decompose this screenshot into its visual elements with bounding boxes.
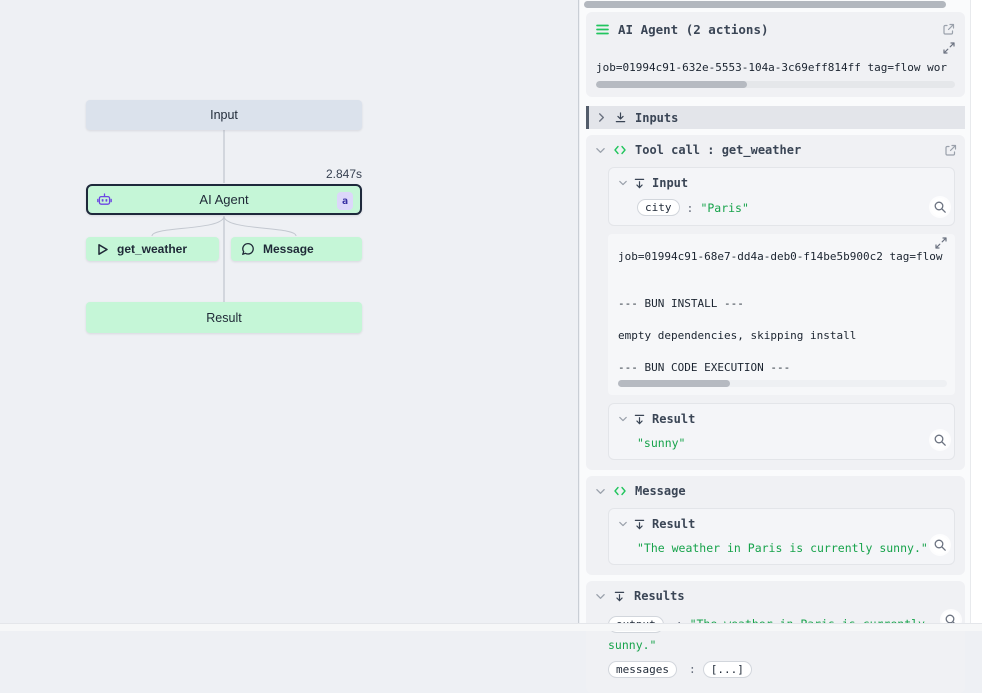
arrow-down-from-line-icon [614,591,625,602]
search-icon[interactable] [931,198,949,216]
arrow-down-from-line-icon [634,178,645,189]
chevron-down-icon[interactable] [596,146,605,155]
results-output-row: output : "The weather in Paris is curren… [608,614,929,656]
log-bun-install: --- BUN INSTALL --- [618,297,947,311]
tool-result-value: "sunny" [637,436,946,450]
panel-divider [578,0,579,631]
chevron-down-icon[interactable] [596,487,605,496]
flow-node-message[interactable]: Message [231,237,362,261]
message-title: Message [635,484,686,498]
open-in-new-icon[interactable] [944,144,957,157]
vertical-scrollbar[interactable] [970,0,982,631]
speech-bubble-icon [241,242,255,256]
arrow-down-from-line-icon [634,414,645,425]
messages-value-pill: [...] [703,661,752,678]
chevron-down-icon[interactable] [619,179,627,187]
results-label: Results [634,589,685,603]
message-section: Message Result "The weather in Paris is … [586,476,965,575]
run-details-panel: AI Agent (2 actions) [580,0,970,631]
flow-node-result[interactable]: Result [86,302,362,333]
tool-input-label: Input [652,176,688,190]
duration-label: 2.847s [262,167,362,181]
message-result-value: "The weather in Paris is currently sunny… [637,541,946,555]
tool-input-header[interactable]: Input [619,175,946,191]
message-result-subsection: Result "The weather in Paris is currentl… [608,508,955,565]
city-key-pill: city [637,199,680,216]
tool-result-header[interactable]: Result [619,411,946,427]
results-section: Results output : "The weather in Paris i… [586,581,965,693]
inputs-label: Inputs [635,111,678,125]
expand-icon[interactable] [935,237,947,250]
message-result-header[interactable]: Result [619,516,946,532]
message-header[interactable]: Message [594,482,957,500]
agent-header-block: AI Agent (2 actions) [586,12,965,97]
node-agent-label: AI Agent [199,192,248,207]
tool-call-section: Tool call : get_weather Input [586,135,965,470]
arrow-down-from-line-icon [634,519,645,530]
agent-badge: a [337,192,353,210]
horizontal-scrollbar-thumb[interactable] [584,1,946,8]
code-icon [614,486,626,496]
search-icon[interactable] [931,536,949,554]
chevron-down-icon[interactable] [619,415,627,423]
messages-key-pill: messages [608,661,677,678]
panel-title: AI Agent (2 actions) [618,22,769,37]
robot-icon [97,193,112,208]
message-result-label: Result [652,517,695,531]
chevron-down-icon[interactable] [619,520,627,528]
tool-progress-bar [618,380,947,387]
job-progress-bar [596,81,955,88]
node-input-label: Input [210,108,238,122]
expand-icon[interactable] [943,42,955,56]
colon: : [689,662,696,676]
tool-call-header[interactable]: Tool call : get_weather [594,141,957,159]
chevron-right-icon[interactable] [597,113,606,122]
node-result-label: Result [206,311,241,325]
results-header[interactable]: Results [594,587,957,605]
node-get-weather-label: get_weather [117,242,187,256]
horizontal-scrollbar[interactable] [584,0,968,9]
tool-call-title: Tool call : get_weather [635,143,801,157]
log-bun-exec: --- BUN CODE EXECUTION --- [618,361,947,375]
tool-job-log-line: job=01994c91-68e7-dd4a-deb0-f14be5b900c2… [618,250,947,264]
tool-log-block: job=01994c91-68e7-dd4a-deb0-f14be5b900c2… [608,234,955,395]
flow-node-ai-agent[interactable]: AI Agent a [86,184,362,215]
flow-node-get-weather[interactable]: get_weather [86,237,219,261]
inputs-section-header[interactable]: Inputs [586,106,965,129]
results-messages-row: messages : [...] [608,659,929,680]
arrow-down-to-line-icon [615,112,626,123]
tool-result-subsection: Result "sunny" [608,403,955,460]
city-value: "Paris" [700,201,748,215]
colon: : [687,201,694,215]
search-icon[interactable] [931,431,949,449]
flow-node-input[interactable]: Input [86,100,362,130]
code-icon [614,145,626,155]
flow-canvas[interactable]: Input 2.847s AI Agent a get_weather [0,0,578,631]
play-icon [96,243,109,256]
log-empty-deps: empty dependencies, skipping install [618,329,947,343]
bottom-strip [0,623,982,631]
chevron-down-icon[interactable] [596,592,605,601]
job-log-line: job=01994c91-632e-5553-104a-3c69eff814ff… [596,61,955,75]
tool-result-label: Result [652,412,695,426]
open-in-new-icon[interactable] [942,23,955,36]
list-icon [596,24,609,35]
tool-input-subsection: Input city : "Paris" [608,167,955,226]
node-message-label: Message [263,242,314,256]
